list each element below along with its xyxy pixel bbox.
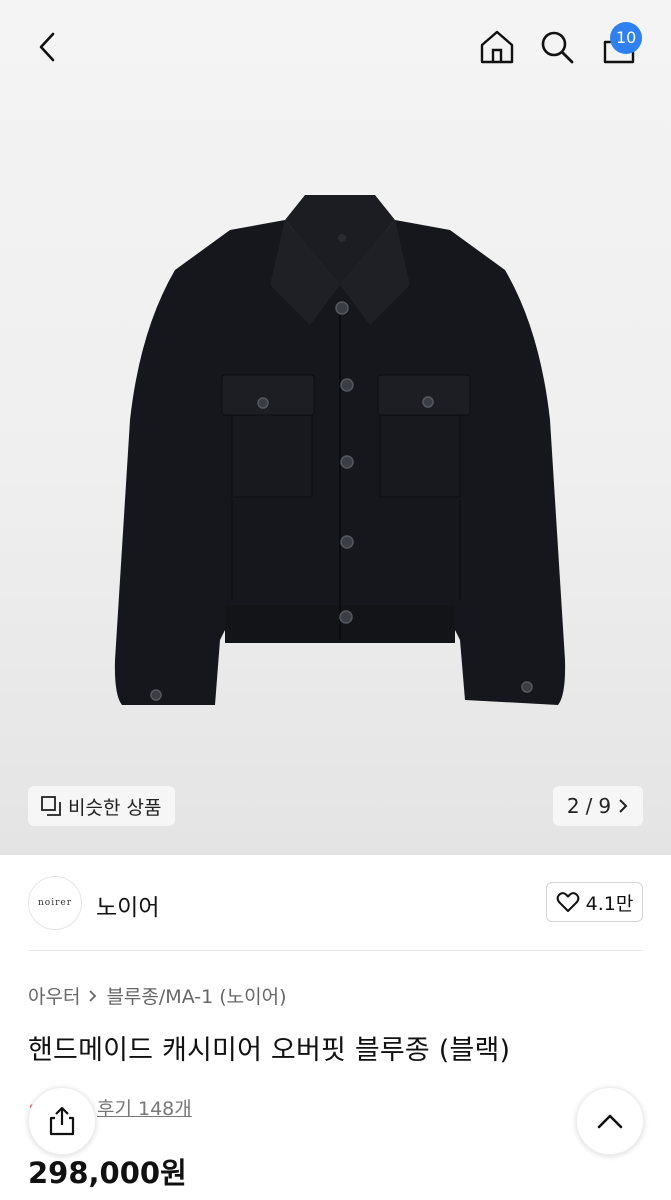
home-button[interactable] [472,22,522,72]
brand-logo[interactable]: noirer [28,876,82,930]
like-button[interactable]: 4.1만 [546,882,643,922]
back-icon [39,32,55,62]
product-image-jacket [114,195,566,705]
page-total: 9 [598,794,612,818]
product-price: 298,000원 [28,1156,187,1190]
breadcrumb: 아우터 블루종/MA-1 (노이어) [28,982,287,1009]
chevron-right-icon [619,799,628,813]
home-icon [480,30,514,64]
back-button[interactable] [22,22,72,72]
product-title: 핸드메이드 캐시미어 오버핏 블루종 (블랙) [28,1035,511,1066]
similar-products-button[interactable]: 비슷한 상품 [28,786,176,826]
image-page-indicator[interactable]: 2 / 9 [553,786,643,826]
reviews-link[interactable]: 후기 148개 [97,1094,192,1121]
share-icon [49,1106,75,1136]
like-count: 4.1만 [585,892,634,915]
search-icon [541,31,574,64]
share-button[interactable] [28,1087,96,1155]
heart-icon [556,892,580,912]
search-button[interactable] [532,22,582,72]
similar-icon [41,796,61,816]
divider [28,950,643,951]
chevron-right-icon [89,989,97,1002]
chevron-up-icon [597,1114,623,1129]
similar-products-label: 비슷한 상품 [68,796,162,819]
brand-name[interactable]: 노이어 [96,888,159,922]
page-current: 2 [566,794,580,818]
brand-logo-text: noirer [37,898,73,908]
breadcrumb-item-subcategory[interactable]: 블루종/MA-1 (노이어) [106,982,286,1009]
page-separator: / [585,794,593,818]
breadcrumb-item-category[interactable]: 아우터 [28,982,80,1009]
scroll-to-top-button[interactable] [576,1087,644,1155]
product-image-gallery[interactable]: 10 비슷한 상품 2 / 9 [0,0,671,855]
top-navigation-bar: 10 [0,0,671,96]
